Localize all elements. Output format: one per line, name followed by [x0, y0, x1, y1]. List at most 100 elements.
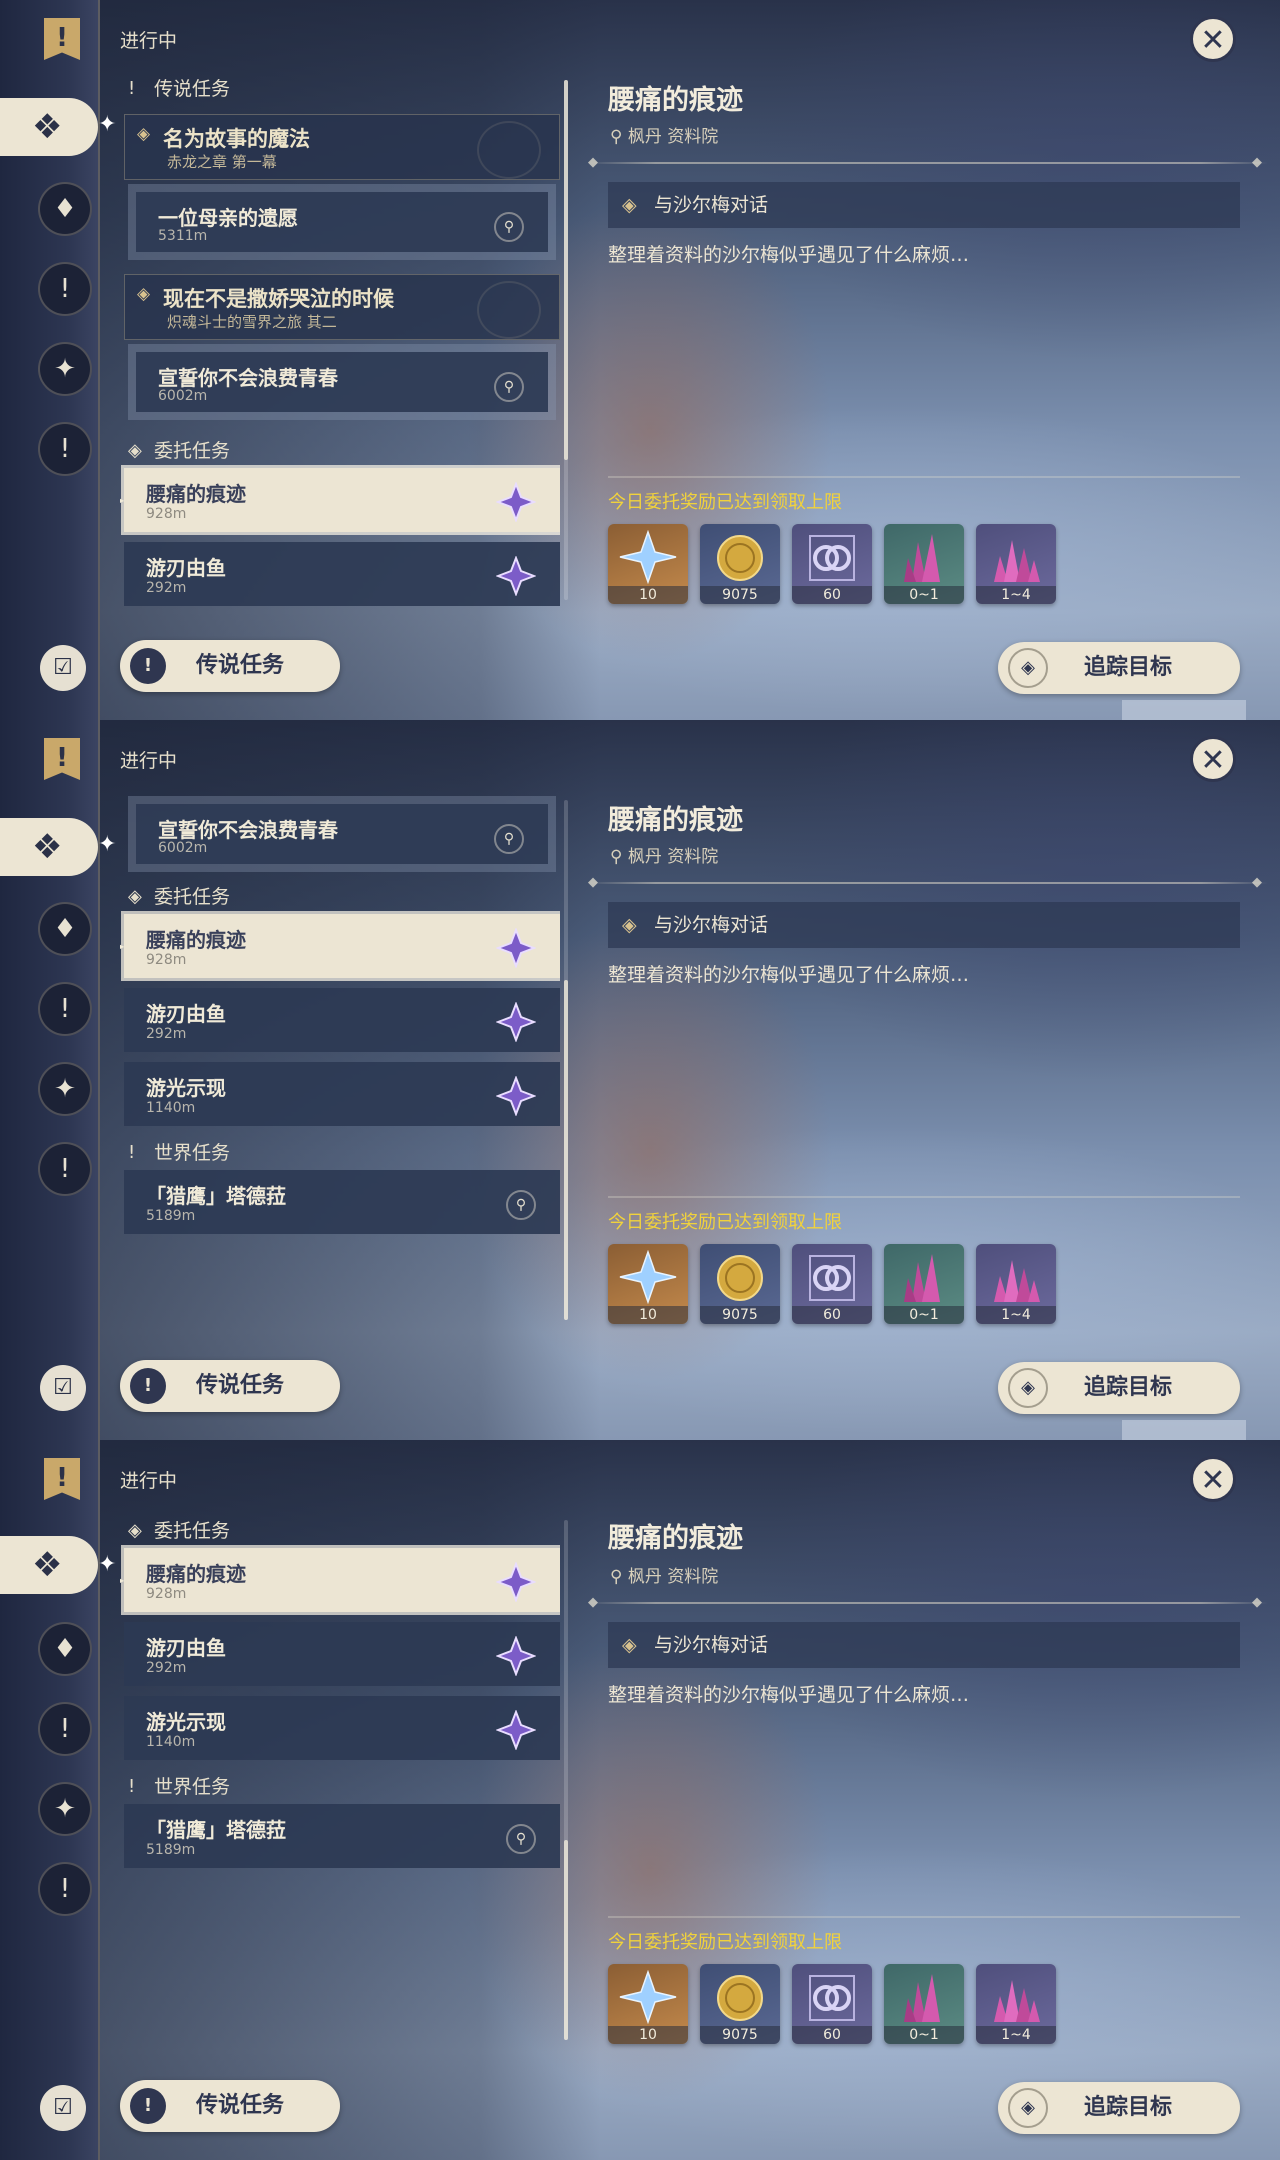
reward-item-companionship[interactable]: 60 [792, 1244, 872, 1324]
selected-arrow-icon: ▶ [120, 936, 124, 955]
reward-limit-note: 今日委托奖励已达到领取上限 [608, 492, 842, 513]
quest-card[interactable]: 宣誓你不会浪费青春 6002m ⚲ [136, 804, 548, 864]
close-icon[interactable]: ✕ [1190, 1456, 1236, 1502]
quest-card[interactable]: 游光示现 1140m [124, 1696, 560, 1760]
reward-qty: 60 [792, 586, 872, 604]
rail-tab-archon[interactable]: ♦ [38, 1622, 92, 1676]
legend-quest-icon: ! [59, 1714, 71, 1744]
close-icon[interactable]: ✕ [1190, 736, 1236, 782]
rail-tab-all[interactable]: ❖ [0, 1536, 98, 1594]
quest-distance: 928m [146, 952, 187, 968]
reward-item-mora[interactable]: 9075 [700, 524, 780, 604]
quest-card-selected[interactable]: ▶ 腰痛的痕迹 928m [120, 1548, 560, 1612]
crystal-cluster-icon [994, 1980, 1040, 2022]
quest-card[interactable]: 游刃由鱼 292m [124, 542, 560, 606]
map-pin-icon[interactable]: ⚲ [494, 372, 524, 402]
quest-banner-icon[interactable]: ! [44, 18, 80, 60]
quest-list[interactable]: ! 传说任务 ◈ 名为故事的魔法 赤龙之章 第一幕 一位母亲的遗愿 5311m … [120, 72, 560, 612]
quest-description: 整理着资料的沙尔梅似乎遇见了什么麻烦… [608, 964, 970, 986]
rail-tab-commission[interactable]: ✦ [38, 342, 92, 396]
rail-tab-legend[interactable]: ! [38, 262, 92, 316]
reward-item-ore-small[interactable]: 0~1 [884, 1244, 964, 1324]
scroll-thumb[interactable] [564, 80, 568, 460]
reward-item-ore-large[interactable]: 1~4 [976, 524, 1056, 604]
corner-chip [1122, 1420, 1246, 1440]
quest-card[interactable]: 一位母亲的遗愿 5311m ⚲ [136, 192, 548, 252]
reward-divider [608, 1916, 1240, 1918]
detail-location: ⚲ 枫丹 资料院 [610, 847, 719, 867]
rail-tab-legend[interactable]: ! [38, 982, 92, 1036]
quest-card[interactable]: 游光示现 1140m [124, 1062, 560, 1126]
reward-item-ore-small[interactable]: 0~1 [884, 524, 964, 604]
quest-list[interactable]: 宣誓你不会浪费青春 6002m ⚲ ◈ 委托任务 ▶ 腰痛的痕迹 928m 游刃… [120, 792, 560, 1332]
quest-log-settings-button[interactable]: ☑ [40, 1365, 86, 1411]
quest-distance: 292m [146, 1660, 187, 1676]
reward-item-primogem[interactable]: 10 [608, 1244, 688, 1324]
quest-card[interactable]: 游刃由鱼 292m [124, 1622, 560, 1686]
quest-list[interactable]: ◈ 委托任务 ▶ 腰痛的痕迹 928m 游刃由鱼 292m 游光示现 1140m… [120, 1512, 560, 2052]
rail-tab-legend[interactable]: ! [38, 1702, 92, 1756]
scroll-thumb[interactable] [564, 1840, 568, 2040]
track-target-button[interactable]: ◈ 追踪目标 [998, 1362, 1240, 1414]
quest-card[interactable]: 「猎鹰」塔德菈 5189m ⚲ [124, 1804, 560, 1868]
reward-item-ore-large[interactable]: 1~4 [976, 1244, 1056, 1324]
divider-end-icon: ◆ [1252, 875, 1262, 890]
reward-item-ore-large[interactable]: 1~4 [976, 1964, 1056, 2044]
reward-item-primogem[interactable]: 10 [608, 1964, 688, 2044]
section-header-commission: ◈ 委托任务 [120, 434, 560, 468]
reward-divider [608, 1196, 1240, 1198]
rail-tab-archon[interactable]: ♦ [38, 182, 92, 236]
close-icon[interactable]: ✕ [1190, 16, 1236, 62]
reward-item-mora[interactable]: 9075 [700, 1244, 780, 1324]
quest-name: 游刃由鱼 [146, 1636, 226, 1660]
legend-quests-button[interactable]: ! 传说任务 [120, 640, 340, 692]
detail-divider [588, 162, 1268, 164]
reward-item-companionship[interactable]: 60 [792, 524, 872, 604]
rail-tab-world[interactable]: ! [38, 1862, 92, 1916]
track-target-button[interactable]: ◈ 追踪目标 [998, 642, 1240, 694]
sub-quest-wrapper: 一位母亲的遗愿 5311m ⚲ [128, 184, 556, 260]
quest-log-settings-button[interactable]: ☑ [40, 2085, 86, 2131]
quest-chain-card[interactable]: ◈ 名为故事的魔法 赤龙之章 第一幕 [124, 114, 560, 180]
crystal-ore-icon [904, 534, 940, 582]
commission-star-icon [496, 556, 536, 596]
quest-card-selected[interactable]: ▶ 腰痛的痕迹 928m [120, 914, 560, 978]
map-pin-icon[interactable]: ⚲ [506, 1190, 536, 1220]
rail-tab-archon[interactable]: ♦ [38, 902, 92, 956]
rail-tab-world[interactable]: ! [38, 422, 92, 476]
list-scrollbar[interactable] [564, 1520, 568, 2040]
quest-card[interactable]: 游刃由鱼 292m [124, 988, 560, 1052]
reward-item-mora[interactable]: 9075 [700, 1964, 780, 2044]
quest-banner-icon[interactable]: ! [44, 1458, 80, 1500]
scroll-thumb[interactable] [564, 980, 568, 1320]
rail-tab-commission[interactable]: ✦ [38, 1782, 92, 1836]
map-pin-icon[interactable]: ⚲ [494, 824, 524, 854]
quest-card-selected[interactable]: ▶ 腰痛的痕迹 928m [120, 468, 560, 532]
quest-banner-icon[interactable]: ! [44, 738, 80, 780]
quest-log-settings-button[interactable]: ☑ [40, 645, 86, 691]
legend-quests-button[interactable]: ! 传说任务 [120, 2080, 340, 2132]
section-header-commission: ◈ 委托任务 [120, 880, 560, 914]
list-scrollbar[interactable] [564, 80, 568, 600]
rail-tab-world[interactable]: ! [38, 1142, 92, 1196]
rail-tab-commission[interactable]: ✦ [38, 1062, 92, 1116]
reward-qty: 9075 [700, 2026, 780, 2044]
section-header-legend: ! 传说任务 [120, 72, 560, 106]
detail-title: 腰痛的痕迹 [608, 85, 743, 116]
commission-star-icon [496, 1710, 536, 1750]
list-scrollbar[interactable] [564, 800, 568, 1320]
quest-card[interactable]: 宣誓你不会浪费青春 6002m ⚲ [136, 352, 548, 412]
quest-chain-card[interactable]: ◈ 现在不是撒娇哭泣的时候 炽魂斗士的雪界之旅 其二 [124, 274, 560, 340]
reward-item-ore-small[interactable]: 0~1 [884, 1964, 964, 2044]
map-pin-icon[interactable]: ⚲ [506, 1824, 536, 1854]
reward-item-companionship[interactable]: 60 [792, 1964, 872, 2044]
reward-qty: 10 [608, 2026, 688, 2044]
reward-item-primogem[interactable]: 10 [608, 524, 688, 604]
map-pin-icon[interactable]: ⚲ [494, 212, 524, 242]
quest-card[interactable]: 「猎鹰」塔德菈 5189m ⚲ [124, 1170, 560, 1234]
reward-qty: 0~1 [884, 586, 964, 604]
rail-tab-all[interactable]: ❖ [0, 818, 98, 876]
track-target-button[interactable]: ◈ 追踪目标 [998, 2082, 1240, 2134]
rail-tab-all[interactable]: ❖ [0, 98, 98, 156]
legend-quests-button[interactable]: ! 传说任务 [120, 1360, 340, 1412]
